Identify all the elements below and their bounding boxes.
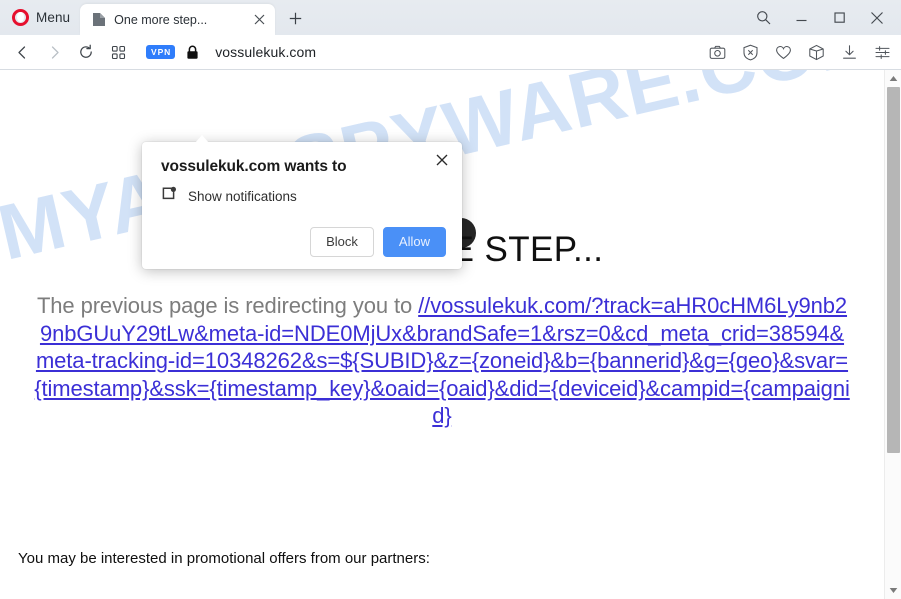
page-favicon-icon — [92, 12, 106, 27]
notification-bell-icon — [161, 186, 177, 207]
search-icon[interactable] — [745, 3, 781, 33]
scrollbar-thumb[interactable] — [886, 87, 900, 454]
opera-menu-button[interactable]: Menu — [0, 0, 80, 35]
close-icon[interactable] — [859, 3, 895, 33]
address-bar: VPN vossulekuk.com — [0, 35, 901, 70]
tab-title-label: One more step... — [114, 12, 208, 27]
url-text[interactable]: vossulekuk.com — [215, 44, 316, 60]
heart-icon[interactable] — [770, 40, 796, 66]
reload-icon[interactable] — [70, 37, 102, 67]
back-arrow-icon[interactable] — [6, 37, 38, 67]
block-button[interactable]: Block — [310, 227, 374, 257]
maximize-icon[interactable] — [821, 3, 857, 33]
redirect-message-prefix: The previous page is redirecting you to — [36, 293, 419, 318]
dialog-buttons: Block Allow — [161, 227, 446, 257]
notification-permission-dialog: vossulekuk.com wants to Show notificatio… — [142, 135, 462, 269]
opera-logo-icon — [12, 9, 29, 26]
crypto-wallet-icon[interactable] — [803, 40, 829, 66]
window-controls — [745, 0, 901, 35]
allow-button[interactable]: Allow — [382, 227, 446, 257]
padlock-icon[interactable] — [186, 45, 199, 60]
vpn-badge[interactable]: VPN — [146, 45, 176, 59]
forward-arrow-icon[interactable] — [38, 37, 70, 67]
tab-strip: Menu One more step... — [0, 0, 901, 35]
tab-overview-grid-icon[interactable] — [102, 37, 134, 67]
downloads-icon[interactable] — [836, 40, 862, 66]
snapshot-icon[interactable] — [704, 40, 730, 66]
page-actions — [704, 35, 895, 70]
dialog-close-button[interactable] — [431, 149, 453, 171]
redirect-message: The previous page is redirecting you to … — [32, 292, 852, 430]
menu-button-label: Menu — [36, 10, 71, 25]
scrollbar-up-arrow-icon[interactable] — [885, 70, 901, 87]
page-viewport: MYANTISPYWARE.COM ONE MORE STEP... The p… — [0, 70, 901, 599]
easy-setup-icon[interactable] — [869, 40, 895, 66]
page-scrollbar[interactable] — [884, 70, 901, 599]
scrollbar-down-arrow-icon[interactable] — [885, 582, 901, 599]
partners-offer-text: You may be interested in promotional off… — [18, 550, 430, 567]
browser-window: Menu One more step... VPN vossulekuk.com… — [0, 0, 901, 599]
minimize-icon[interactable] — [783, 3, 819, 33]
scrollbar-track[interactable] — [885, 87, 901, 582]
tab-close-button[interactable] — [250, 10, 269, 29]
ad-blocker-icon[interactable] — [737, 40, 763, 66]
tab-one-more-step[interactable]: One more step... — [80, 4, 276, 35]
dialog-title: vossulekuk.com wants to — [161, 158, 347, 175]
dialog-permission-label: Show notifications — [188, 189, 297, 204]
new-tab-button[interactable] — [282, 5, 309, 32]
dialog-permission-row: Show notifications — [161, 186, 446, 207]
